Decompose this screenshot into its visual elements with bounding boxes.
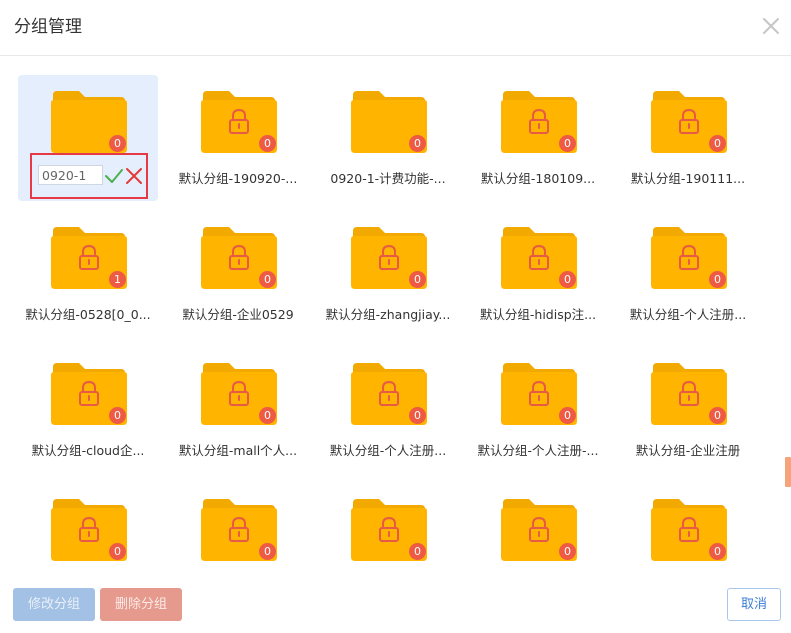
count-badge: 0 xyxy=(559,135,576,152)
group-item[interactable]: 0 默认分组-190111... xyxy=(618,75,758,201)
count-badge: 0 xyxy=(709,271,726,288)
group-item[interactable]: 0 默认分组-企业注册 xyxy=(618,347,758,473)
group-management-dialog: 分组管理 0 0 默认分组-190920-... 0 0920-1-计费功能-... 0 默… xyxy=(0,0,791,633)
count-badge: 0 xyxy=(259,407,276,424)
count-badge: 0 xyxy=(409,271,426,288)
group-label: 默认分组-190111... xyxy=(630,171,746,186)
dialog-title: 分组管理 xyxy=(14,17,82,37)
group-item[interactable]: 0 默认分组-mall个人... xyxy=(168,347,308,473)
group-name-input[interactable] xyxy=(38,165,103,185)
group-label: 默认分组-mall个人... xyxy=(178,443,298,458)
count-badge: 0 xyxy=(709,407,726,424)
delete-group-button[interactable]: 删除分组 xyxy=(100,588,182,621)
group-item[interactable]: 0 默认分组-zhangjiay... xyxy=(318,211,458,337)
group-item[interactable]: 0 xyxy=(18,75,158,201)
group-item[interactable]: 0 默认分组-企业0529 xyxy=(168,211,308,337)
count-badge: 1 xyxy=(109,271,126,288)
count-badge: 0 xyxy=(259,543,276,560)
group-item[interactable]: 0 xyxy=(618,483,758,573)
group-grid: 0 0 默认分组-190920-... 0 0920-1-计费功能-... 0 默认分组-1… xyxy=(0,57,785,573)
group-item[interactable]: 0 xyxy=(468,483,608,573)
count-badge: 0 xyxy=(559,271,576,288)
group-item[interactable]: 0 默认分组-cloud企... xyxy=(18,347,158,473)
count-badge: 0 xyxy=(559,407,576,424)
group-label: 默认分组-个人注册... xyxy=(329,443,447,458)
rename-editor xyxy=(30,153,148,199)
count-badge: 0 xyxy=(409,543,426,560)
group-label: 默认分组-企业0529 xyxy=(182,307,294,322)
group-label: 默认分组-190920-... xyxy=(178,171,298,186)
cancel-button[interactable]: 取消 xyxy=(727,588,781,621)
count-badge: 0 xyxy=(109,407,126,424)
dialog-header: 分组管理 xyxy=(0,0,791,56)
scrollbar[interactable] xyxy=(785,57,791,573)
x-icon[interactable] xyxy=(126,167,142,185)
group-item[interactable]: 1 默认分组-0528[0_0... xyxy=(18,211,158,337)
group-label: 默认分组-cloud企... xyxy=(31,443,145,458)
group-item[interactable]: 0 默认分组-190920-... xyxy=(168,75,308,201)
group-item[interactable]: 0 0920-1-计费功能-... xyxy=(318,75,458,201)
count-badge: 0 xyxy=(109,135,126,152)
group-item[interactable]: 0 xyxy=(318,483,458,573)
group-label: 默认分组-企业注册 xyxy=(635,443,741,458)
group-label: 默认分组-个人注册-... xyxy=(477,443,599,458)
group-label: 默认分组-hidisp注... xyxy=(479,307,597,322)
group-label: 0920-1-计费功能-... xyxy=(330,171,446,186)
group-item[interactable]: 0 默认分组-个人注册... xyxy=(318,347,458,473)
count-badge: 0 xyxy=(709,135,726,152)
count-badge: 0 xyxy=(259,271,276,288)
count-badge: 0 xyxy=(559,543,576,560)
check-icon[interactable] xyxy=(105,167,123,185)
group-label: 默认分组-个人注册... xyxy=(629,307,747,322)
group-item[interactable]: 0 默认分组-个人注册... xyxy=(618,211,758,337)
group-label: 默认分组-0528[0_0... xyxy=(25,307,151,322)
close-icon[interactable] xyxy=(761,16,781,36)
group-item[interactable]: 0 默认分组-hidisp注... xyxy=(468,211,608,337)
group-item[interactable]: 0 默认分组-180109... xyxy=(468,75,608,201)
count-badge: 0 xyxy=(709,543,726,560)
group-item[interactable]: 0 默认分组-个人注册-... xyxy=(468,347,608,473)
count-badge: 0 xyxy=(259,135,276,152)
count-badge: 0 xyxy=(409,135,426,152)
group-label: 默认分组-zhangjiay... xyxy=(325,307,451,322)
group-item[interactable]: 0 xyxy=(18,483,158,573)
count-badge: 0 xyxy=(409,407,426,424)
modify-group-button[interactable]: 修改分组 xyxy=(13,588,95,621)
scrollbar-thumb[interactable] xyxy=(785,457,791,487)
group-label: 默认分组-180109... xyxy=(480,171,596,186)
count-badge: 0 xyxy=(109,543,126,560)
group-item[interactable]: 0 xyxy=(168,483,308,573)
